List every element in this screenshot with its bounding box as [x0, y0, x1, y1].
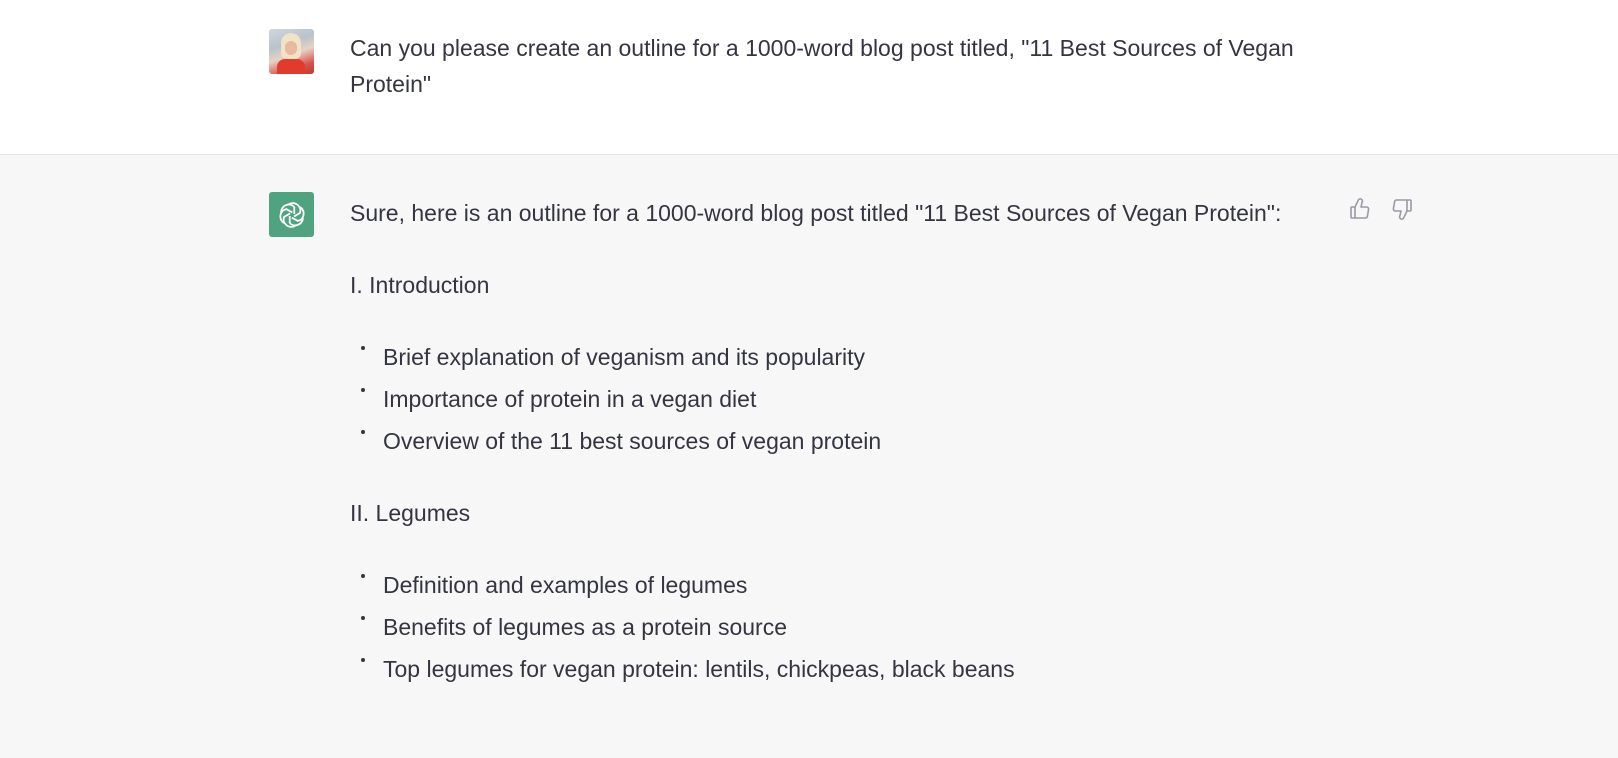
user-avatar [269, 29, 314, 74]
bullet-dot [361, 388, 365, 392]
list-item: Definition and examples of legumes [350, 564, 1310, 606]
bullet-dot [361, 430, 365, 434]
list-item-text: Brief explanation of veganism and its po… [383, 344, 866, 370]
section-heading: I. Introduction [350, 272, 490, 298]
list-item-text: Top legumes for vegan protein: lentils, … [383, 656, 1015, 682]
assistant-avatar [269, 192, 314, 237]
thumbs-down-icon [1392, 199, 1412, 220]
bullet-dot [361, 616, 365, 620]
bullet-list: Definition and examples of legumes Benef… [350, 564, 1310, 690]
section-heading: II. Legumes [350, 500, 471, 526]
thumbs-up-button[interactable] [1346, 195, 1374, 223]
bullet-list: Brief explanation of veganism and its po… [350, 336, 1310, 462]
openai-logo-icon [278, 201, 305, 228]
assistant-intro-text: Sure, here is an outline for a 1000-word… [350, 200, 1282, 226]
user-message-row: Can you please create an outline for a 1… [0, 0, 1618, 155]
bullet-dot [361, 658, 365, 662]
user-message-text: Can you please create an outline for a 1… [350, 35, 1294, 97]
list-item: Overview of the 11 best sources of vegan… [350, 420, 1310, 462]
thumbs-down-button[interactable] [1388, 195, 1416, 223]
bullet-dot [361, 574, 365, 578]
list-item-text: Definition and examples of legumes [383, 572, 748, 598]
assistant-message-content: Sure, here is an outline for a 1000-word… [350, 192, 1310, 720]
thumbs-up-icon [1350, 198, 1370, 219]
list-item-text: Benefits of legumes as a protein source [383, 614, 788, 640]
list-item: Benefits of legumes as a protein source [350, 606, 1310, 648]
list-item-text: Importance of protein in a vegan diet [383, 386, 757, 412]
bullet-dot [361, 346, 365, 350]
list-item: Top legumes for vegan protein: lentils, … [350, 648, 1310, 690]
list-item: Brief explanation of veganism and its po… [350, 336, 1310, 378]
list-item: Importance of protein in a vegan diet [350, 378, 1310, 420]
list-item-text: Overview of the 11 best sources of vegan… [383, 428, 882, 454]
